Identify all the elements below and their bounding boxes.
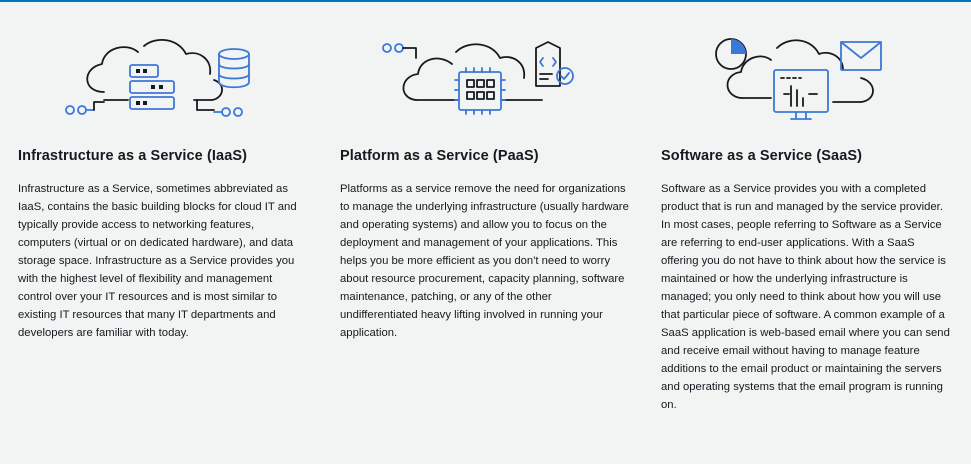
- server-database-cloud-icon: [64, 34, 254, 129]
- card-description: Platforms as a service remove the need f…: [340, 183, 629, 339]
- card-description: Software as a Service provides you with …: [661, 183, 950, 411]
- card-title: Software as a Service (SaaS): [661, 148, 863, 164]
- card-title: Infrastructure as a Service (IaaS): [18, 148, 248, 164]
- card-title: Platform as a Service (PaaS): [340, 148, 539, 164]
- top-accent-bar: [0, 0, 971, 2]
- monitor-email-cloud-icon: [711, 34, 901, 129]
- card-description: Infrastructure as a Service, sometimes a…: [18, 183, 297, 339]
- chip-cloud-icon: [382, 34, 582, 129]
